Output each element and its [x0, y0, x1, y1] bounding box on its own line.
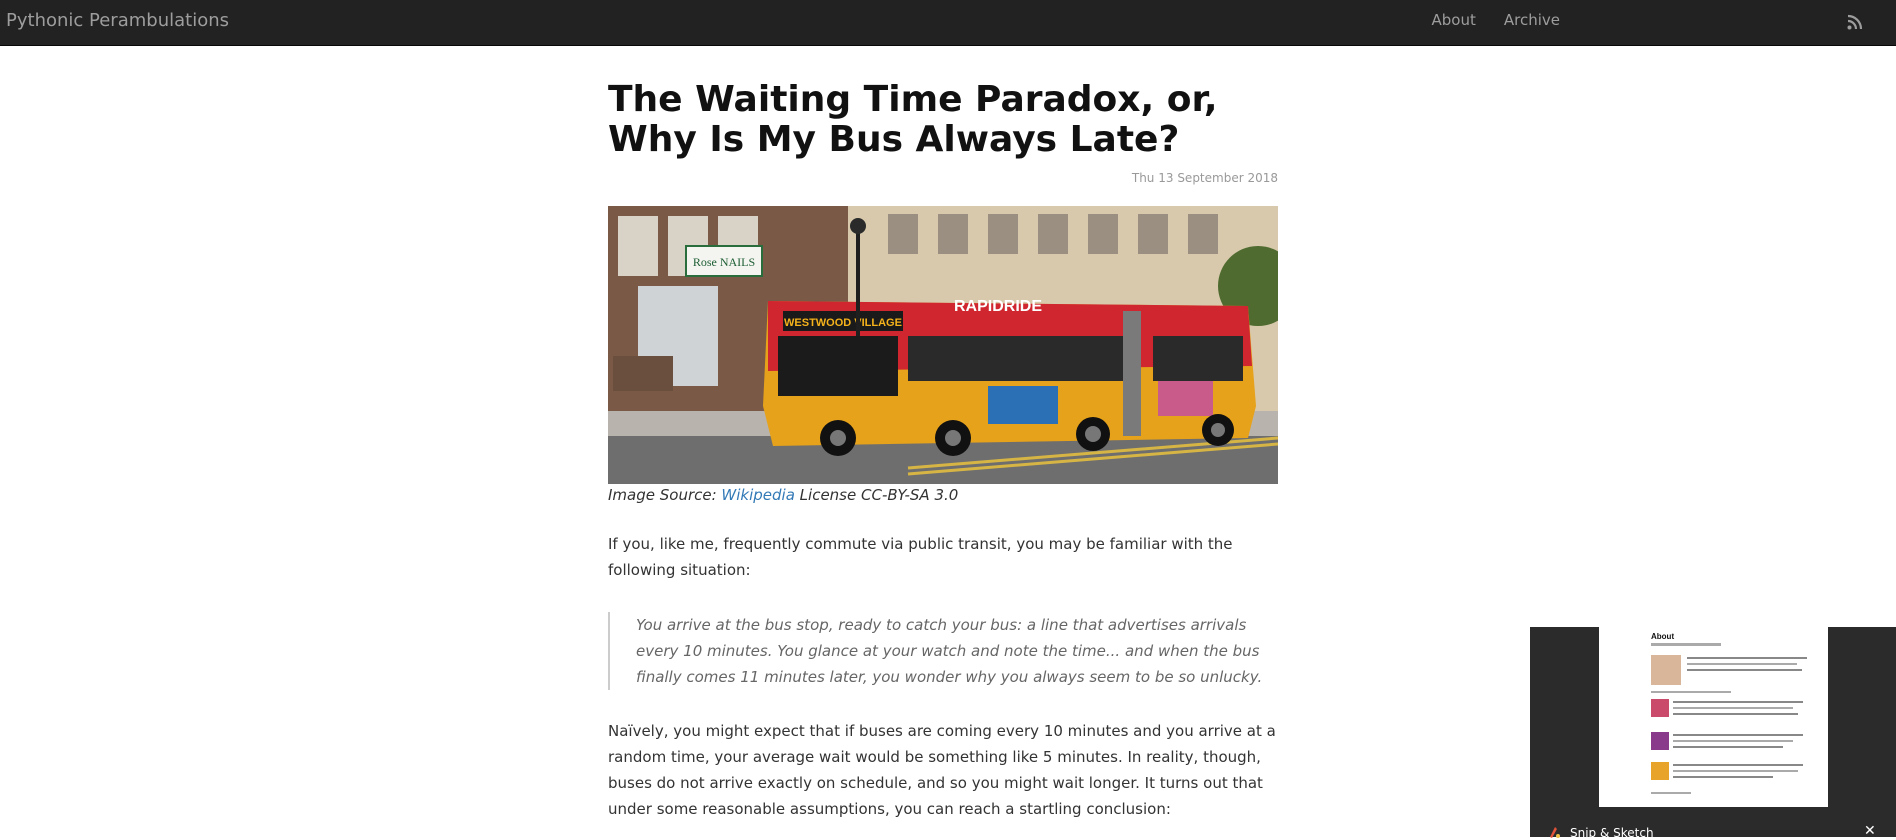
article-date: Thu 13 September 2018: [1131, 171, 1278, 185]
bus-brand-text: RAPIDRIDE: [954, 298, 1042, 315]
bus-destination-text: WESTWOOD VILLAGE: [784, 317, 902, 329]
snip-app-name: Snip & Sketch: [1570, 826, 1654, 840]
nav-links: About Archive: [1404, 11, 1561, 29]
caption-suffix: License CC-BY-SA 3.0: [794, 486, 959, 504]
wikipedia-link[interactable]: Wikipedia: [721, 486, 794, 504]
paragraph-naively: Naïvely, you might expect that if buses …: [608, 722, 1276, 818]
snip-sketch-notification[interactable]: About Snip & Sketch ✕: [1530, 627, 1896, 840]
site-brand[interactable]: Pythonic Perambulations: [6, 10, 229, 31]
rss-icon[interactable]: [1847, 14, 1863, 30]
nav-about-link[interactable]: About: [1432, 11, 1476, 29]
blockquote: You arrive at the bus stop, ready to cat…: [608, 612, 1276, 690]
caption-prefix: Image Source:: [608, 486, 722, 504]
top-navbar: Pythonic Perambulations About Archive: [0, 0, 1896, 46]
hero-bus-image: Rose NAILS WESTWOOD VILLAGE RAPIDRIDE: [608, 206, 1278, 484]
thumb-heading: About: [1651, 632, 1674, 641]
snip-thumbnail[interactable]: About: [1599, 627, 1828, 807]
image-caption: Image Source: Wikipedia License CC-BY-SA…: [608, 486, 958, 504]
store-sign-text: Rose NAILS: [693, 255, 755, 269]
article-title: The Waiting Time Paradox, or, Why Is My …: [608, 79, 1218, 160]
article: The Waiting Time Paradox, or, Why Is My …: [608, 79, 1278, 818]
paragraph-intro: If you, like me, frequently commute via …: [608, 535, 1233, 579]
nav-archive-link[interactable]: Archive: [1504, 11, 1560, 29]
